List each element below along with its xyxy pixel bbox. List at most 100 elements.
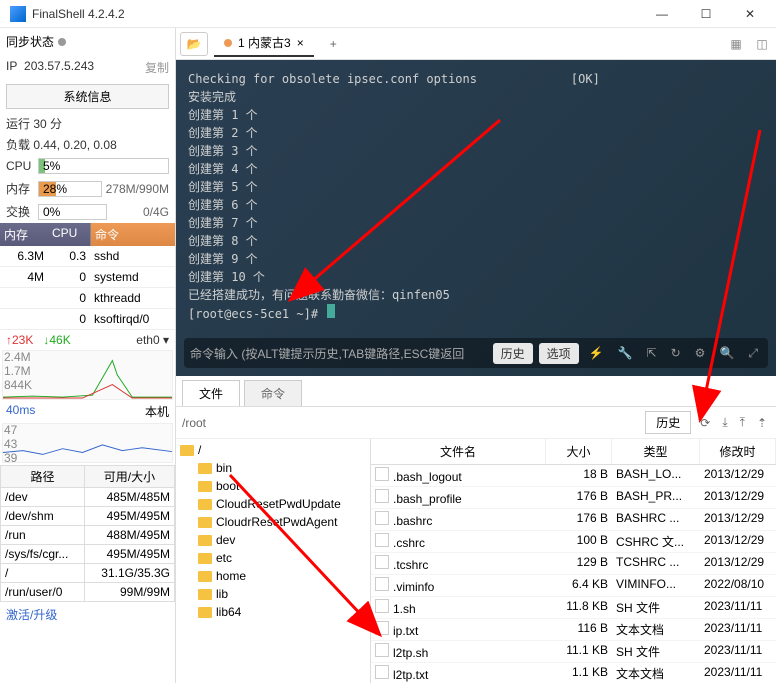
upload-icon[interactable]: ⤒ — [737, 415, 748, 430]
file-row[interactable]: l2tp.txt1.1 KB文本文档2023/11/11 — [371, 663, 776, 683]
disk-hdr-size[interactable]: 可用/大小 — [84, 466, 174, 488]
close-button[interactable]: ✕ — [728, 0, 772, 28]
session-tab[interactable]: 1 内蒙古3 × — [214, 30, 314, 57]
folder-icon — [198, 571, 212, 582]
tree-node[interactable]: lib — [176, 585, 370, 603]
refresh-icon[interactable]: ⟳ — [697, 416, 713, 430]
terminal-line: 创建第 7 个 — [188, 214, 764, 232]
activate-link[interactable]: 激活/升级 — [0, 602, 175, 627]
disk-row[interactable]: /dev/shm495M/495M — [1, 507, 175, 526]
file-row[interactable]: .tcshrc129 BTCSHRC ...2013/12/29 — [371, 553, 776, 575]
copy-button[interactable]: 复制 — [145, 59, 169, 76]
expand-icon[interactable]: ⤢ — [744, 346, 762, 361]
folder-icon — [180, 445, 194, 456]
ping-ms: 40ms — [6, 403, 35, 420]
tree-node[interactable]: boot — [176, 477, 370, 495]
folder-icon — [198, 517, 212, 528]
top-tabs: 📂 1 内蒙古3 × + ▦ ◫ — [176, 28, 776, 60]
disk-row[interactable]: /dev485M/485M — [1, 488, 175, 507]
proc-hdr-mem[interactable]: 内存 — [0, 223, 48, 246]
tree-node[interactable]: etc — [176, 549, 370, 567]
cpu-bar: 5% — [38, 158, 169, 174]
file-list-header: 文件名 大小 类型 修改时 — [371, 439, 776, 465]
file-row[interactable]: 1.sh11.8 KBSH 文件2023/11/11 — [371, 597, 776, 619]
status-dot-icon — [224, 39, 232, 47]
split-view-icon[interactable]: ◫ — [752, 34, 772, 54]
tree-node[interactable]: lib64 — [176, 603, 370, 621]
file-row[interactable]: .viminfo6.4 KBVIMINFO...2022/08/10 — [371, 575, 776, 597]
disk-row[interactable]: /sys/fs/cgr...495M/495M — [1, 545, 175, 564]
disk-row[interactable]: /run/user/099M/99M — [1, 583, 175, 602]
path-history-button[interactable]: 历史 — [645, 411, 691, 434]
disk-row[interactable]: /run488M/495M — [1, 526, 175, 545]
gear-icon[interactable]: ⚙ — [691, 346, 710, 360]
swap-bar: 0% — [38, 204, 107, 220]
col-date[interactable]: 修改时 — [700, 439, 776, 464]
disk-hdr-path[interactable]: 路径 — [1, 466, 85, 488]
file-row[interactable]: .bash_logout18 BBASH_LO...2013/12/29 — [371, 465, 776, 487]
tree-root[interactable]: / — [176, 441, 370, 459]
proc-hdr-cmd[interactable]: 命令 — [90, 223, 175, 246]
tree-node[interactable]: bin — [176, 459, 370, 477]
search-icon[interactable]: 🔍 — [715, 346, 738, 360]
history-button[interactable]: 历史 — [493, 343, 533, 364]
folder-tree[interactable]: / binbootCloudResetPwdUpdateCloudrResetP… — [176, 439, 371, 683]
path-bar: /root 历史 ⟳ ⤓ ⤒ ⇡ — [176, 407, 776, 439]
ping-location-dropdown[interactable]: 本机 — [145, 403, 169, 420]
download-icon[interactable]: ⤓ — [719, 415, 730, 430]
refresh-icon[interactable]: ↻ — [667, 346, 685, 360]
file-icon — [375, 511, 389, 525]
col-size[interactable]: 大小 — [546, 439, 612, 464]
file-icon — [375, 467, 389, 481]
command-input[interactable]: 命令输入 (按ALT键提示历史,TAB键路径,ESC键返回 — [190, 345, 487, 362]
disk-row[interactable]: /31.1G/35.3G — [1, 564, 175, 583]
proc-hdr-cpu[interactable]: CPU — [48, 223, 90, 246]
tab-commands[interactable]: 命令 — [244, 380, 302, 406]
folder-icon — [198, 535, 212, 546]
terminal-line: 安装完成 — [188, 88, 764, 106]
add-tab-button[interactable]: + — [320, 33, 347, 55]
maximize-button[interactable]: ☐ — [684, 0, 728, 28]
terminal-line: 创建第 1 个 — [188, 106, 764, 124]
tree-node[interactable]: CloudResetPwdUpdate — [176, 495, 370, 513]
file-row[interactable]: ip.txt116 B文本文档2023/11/11 — [371, 619, 776, 641]
file-row[interactable]: .bashrc176 BBASHRC ...2013/12/29 — [371, 509, 776, 531]
process-row[interactable]: 4M0systemd — [0, 267, 175, 288]
swap-value: 0/4G — [111, 205, 169, 219]
col-type[interactable]: 类型 — [612, 439, 700, 464]
tree-node[interactable]: dev — [176, 531, 370, 549]
file-row[interactable]: .cshrc100 BCSHRC 文...2013/12/29 — [371, 531, 776, 553]
file-row[interactable]: l2tp.sh11.1 KBSH 文件2023/11/11 — [371, 641, 776, 663]
file-icon — [375, 599, 389, 613]
command-bar: 命令输入 (按ALT键提示历史,TAB键路径,ESC键返回 历史 选项 ⚡ 🔧 … — [184, 338, 768, 368]
net-interface-dropdown[interactable]: eth0 ▾ — [136, 333, 169, 347]
minimize-button[interactable]: — — [640, 0, 684, 28]
process-row[interactable]: 6.3M0.3sshd — [0, 246, 175, 267]
bolt-icon[interactable]: ⚡ — [585, 346, 608, 360]
terminal[interactable]: Checking for obsolete ipsec.conf options… — [176, 60, 776, 376]
terminal-line: 创建第 5 个 — [188, 178, 764, 196]
wrench-icon[interactable]: 🔧 — [614, 346, 637, 360]
cpu-label: CPU — [6, 159, 34, 173]
options-button[interactable]: 选项 — [539, 343, 579, 364]
folder-icon — [198, 607, 212, 618]
ip-value: IP 203.57.5.243 — [6, 59, 145, 76]
file-icon — [375, 533, 389, 547]
folder-icon — [198, 481, 212, 492]
process-row[interactable]: 0kthreadd — [0, 288, 175, 309]
external-icon[interactable]: ⇱ — [643, 346, 661, 360]
col-name[interactable]: 文件名 — [371, 439, 546, 464]
tree-node[interactable]: CloudrResetPwdAgent — [176, 513, 370, 531]
tab-files[interactable]: 文件 — [182, 380, 240, 406]
grid-view-icon[interactable]: ▦ — [726, 34, 746, 54]
tab-close-icon[interactable]: × — [297, 36, 304, 50]
upload2-icon[interactable]: ⇡ — [754, 416, 770, 430]
tree-node[interactable]: home — [176, 567, 370, 585]
file-row[interactable]: .bash_profile176 BBASH_PR...2013/12/29 — [371, 487, 776, 509]
sync-label: 同步状态 — [6, 33, 54, 50]
path-input[interactable]: /root — [182, 416, 639, 430]
file-icon — [375, 665, 389, 679]
process-row[interactable]: 0ksoftirqd/0 — [0, 309, 175, 330]
open-folder-button[interactable]: 📂 — [180, 32, 208, 56]
system-info-button[interactable]: 系统信息 — [6, 84, 169, 109]
